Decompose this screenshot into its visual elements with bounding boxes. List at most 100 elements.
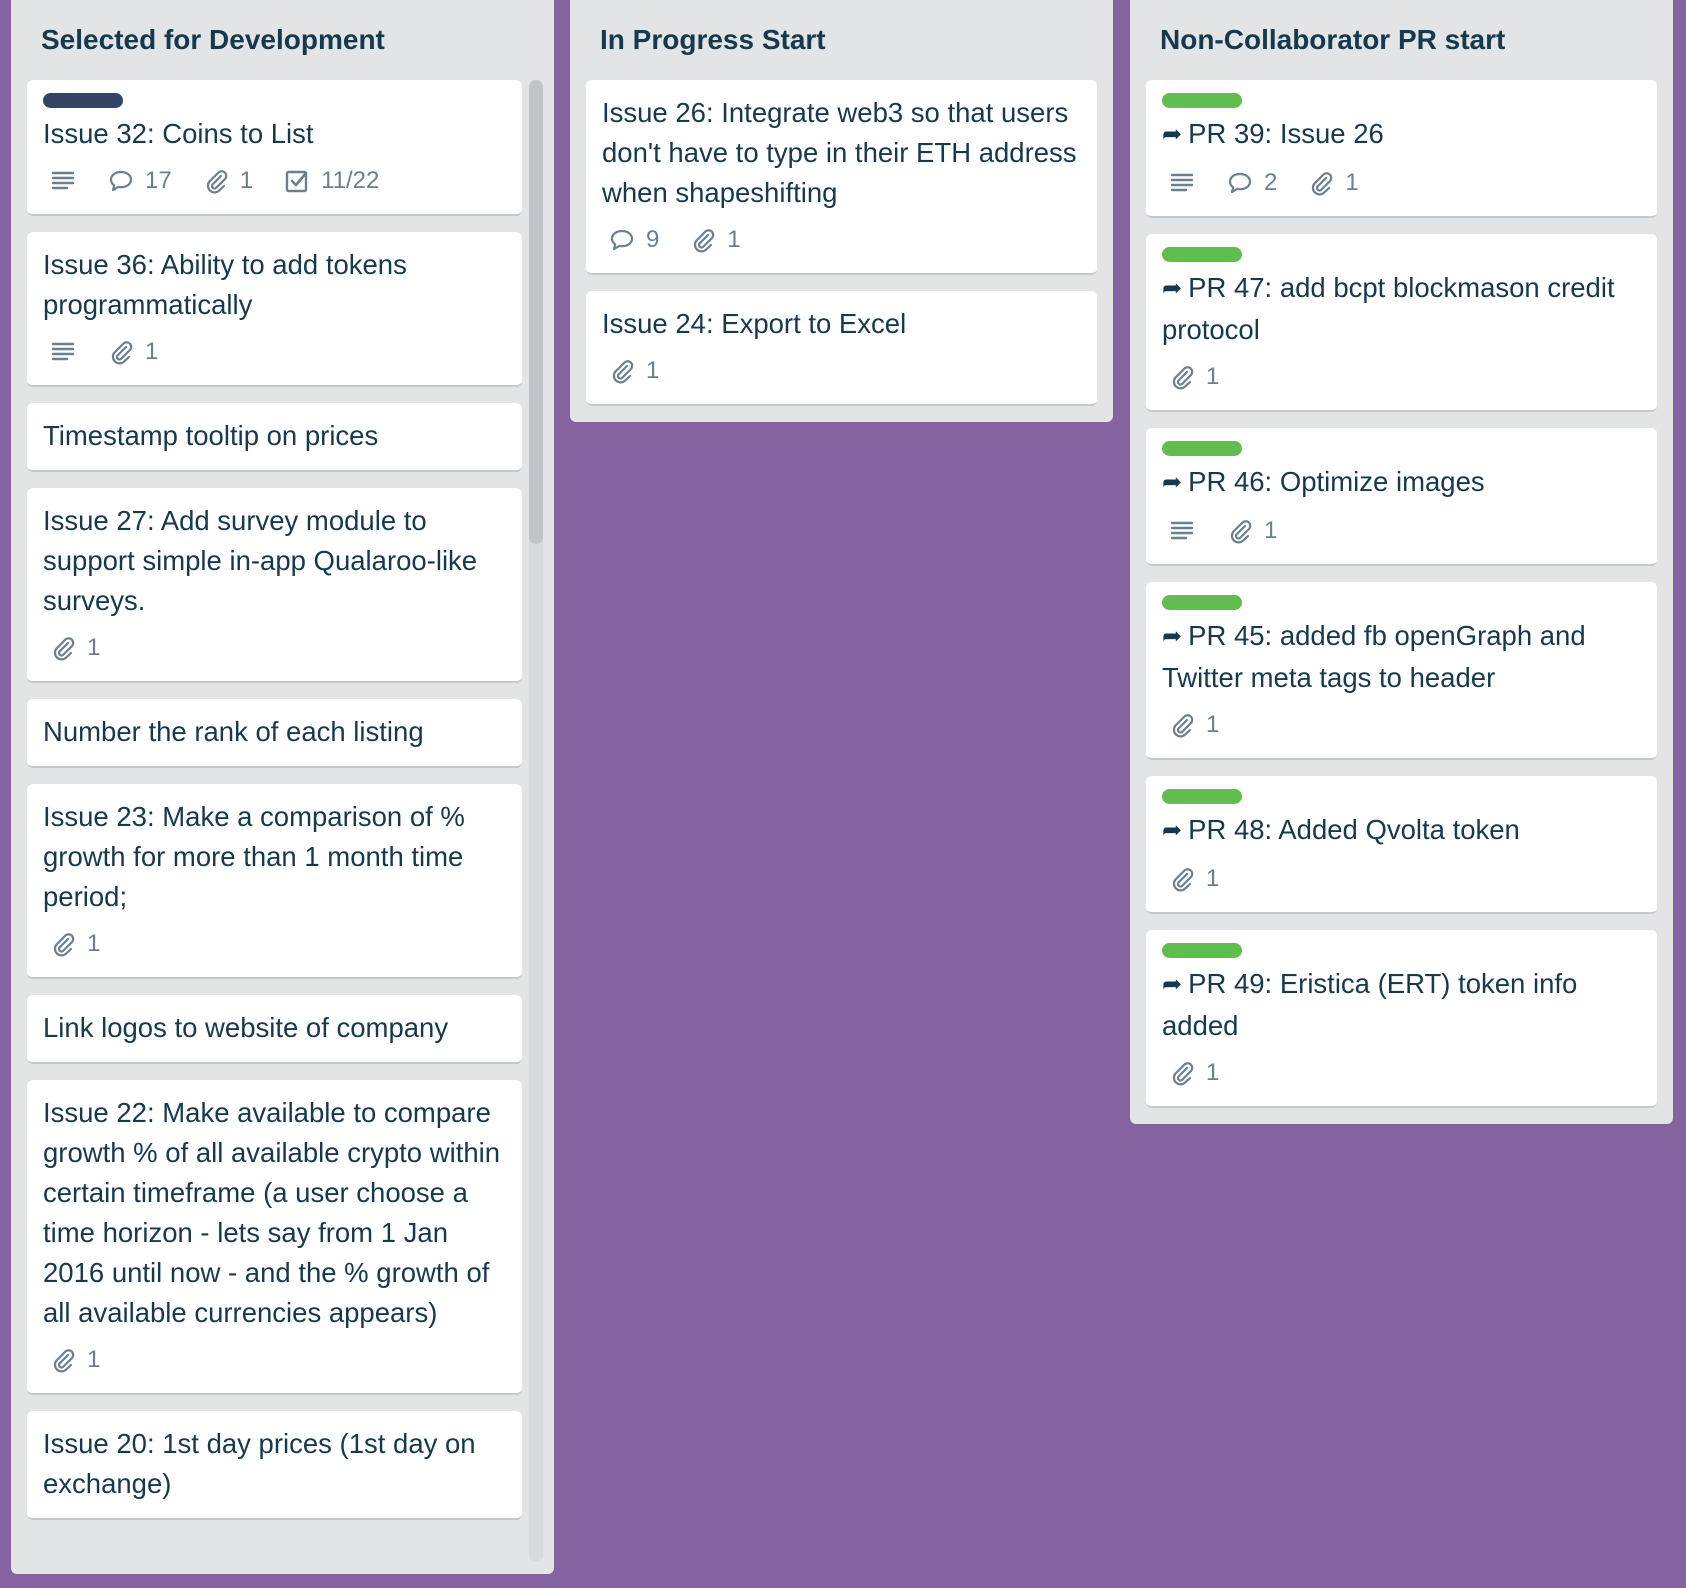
paperclip-icon bbox=[608, 357, 636, 385]
card-label-green[interactable] bbox=[1162, 789, 1242, 804]
card-title: Issue 36: Ability to add tokens programm… bbox=[43, 245, 506, 325]
card-title: Issue 20: 1st day prices (1st day on exc… bbox=[43, 1424, 506, 1504]
attachments-badge: 1 bbox=[1168, 357, 1219, 397]
paperclip-icon bbox=[1168, 363, 1196, 391]
attachments-badge: 1 bbox=[1307, 163, 1359, 203]
card[interactable]: Issue 36: Ability to add tokens programm… bbox=[27, 232, 522, 387]
card[interactable]: ➦ PR 46: Optimize images 1 bbox=[1146, 428, 1657, 566]
comment-icon bbox=[107, 167, 135, 195]
card[interactable]: Issue 27: Add survey module to support s… bbox=[27, 488, 522, 683]
attachments-badge-count: 1 bbox=[87, 634, 101, 661]
card-badges: 1 bbox=[43, 333, 506, 371]
card-title: ➦ PR 49: Eristica (ERT) token info added bbox=[1162, 964, 1641, 1046]
card[interactable]: Issue 20: 1st day prices (1st day on exc… bbox=[27, 1411, 522, 1520]
attachments-badge: 1 bbox=[689, 220, 741, 260]
scrollbar-thumb[interactable] bbox=[529, 80, 543, 544]
description-icon bbox=[49, 338, 77, 366]
card-title: ➦ PR 45: added fb openGraph and Twitter m… bbox=[1162, 616, 1641, 698]
card-badges: 1 bbox=[43, 629, 506, 667]
card-title: ➦ PR 47: add bcpt blockmason credit proto… bbox=[1162, 268, 1641, 350]
card-badges: 1 bbox=[1162, 706, 1641, 744]
comments-badge: 17 bbox=[107, 161, 172, 201]
paperclip-icon bbox=[49, 634, 77, 662]
pull-request-arrow-icon: ➦ bbox=[1162, 817, 1183, 844]
card-container: Issue 32: Coins to List 17 1 11/22 Issue 36:… bbox=[11, 80, 554, 1520]
description-badge bbox=[49, 338, 77, 366]
card-label-green[interactable] bbox=[1162, 943, 1242, 958]
attachments-badge: 1 bbox=[1168, 705, 1219, 745]
description-icon bbox=[49, 167, 77, 195]
comment-icon bbox=[608, 226, 636, 254]
card[interactable]: ➦ PR 47: add bcpt blockmason credit proto… bbox=[1146, 234, 1657, 412]
card-label-green[interactable] bbox=[1162, 247, 1242, 262]
card[interactable]: Issue 22: Make available to compare grow… bbox=[27, 1080, 522, 1395]
card-title: Issue 22: Make available to compare grow… bbox=[43, 1093, 506, 1333]
card[interactable]: Issue 26: Integrate web3 so that users d… bbox=[586, 80, 1097, 275]
card[interactable]: Timestamp tooltip on prices bbox=[27, 403, 522, 472]
card[interactable]: Link logos to website of company bbox=[27, 995, 522, 1064]
card-title: Issue 27: Add survey module to support s… bbox=[43, 501, 506, 621]
paperclip-icon bbox=[1226, 517, 1254, 545]
card-title: ➦ PR 48: Added Qvolta token bbox=[1162, 810, 1641, 852]
pull-request-arrow-icon: ➦ bbox=[1162, 275, 1183, 302]
paperclip-icon bbox=[49, 1346, 77, 1374]
card-title: Issue 24: Export to Excel bbox=[602, 304, 1081, 344]
attachments-badge: 1 bbox=[49, 1340, 100, 1380]
card[interactable]: ➦ PR 49: Eristica (ERT) token info added 1 bbox=[1146, 930, 1657, 1108]
attachments-badge: 1 bbox=[1226, 511, 1277, 551]
pull-request-arrow-icon: ➦ bbox=[1162, 623, 1183, 650]
card-title-text: Issue 26: Integrate web3 so that users d… bbox=[602, 97, 1077, 208]
attachments-badge-count: 1 bbox=[145, 338, 159, 365]
card-badges: 1 bbox=[1162, 1054, 1641, 1092]
card-container: ➦ PR 39: Issue 26 2 1 ➦ PR 47: add bcpt block… bbox=[1130, 80, 1673, 1108]
card-badges: 1 bbox=[602, 352, 1081, 390]
card-title: Link logos to website of company bbox=[43, 1008, 506, 1048]
card-title-text: Issue 23: Make a comparison of % growth … bbox=[43, 801, 465, 912]
card[interactable]: ➦ PR 48: Added Qvolta token 1 bbox=[1146, 776, 1657, 914]
card-badges: 1 bbox=[1162, 512, 1641, 550]
comments-badge: 2 bbox=[1226, 163, 1277, 203]
card-title-text: Issue 24: Export to Excel bbox=[602, 308, 907, 339]
attachments-badge-count: 1 bbox=[1206, 865, 1220, 892]
attachments-badge: 1 bbox=[202, 161, 253, 201]
list-non-collaborator-pr-start: Non-Collaborator PR start ➦ PR 39: Issue … bbox=[1130, 0, 1673, 1124]
board: Selected for Development Issue 32: Coins… bbox=[0, 0, 1686, 1588]
paperclip-icon bbox=[1168, 711, 1196, 739]
comments-badge-count: 17 bbox=[145, 167, 172, 194]
card[interactable]: Issue 23: Make a comparison of % growth … bbox=[27, 784, 522, 979]
list-selected-for-development: Selected for Development Issue 32: Coins… bbox=[11, 0, 554, 1574]
list-scrollbar[interactable] bbox=[529, 80, 543, 1562]
list-title[interactable]: In Progress Start bbox=[570, 0, 1113, 80]
attachments-badge-count: 1 bbox=[727, 226, 741, 253]
list-title[interactable]: Non-Collaborator PR start bbox=[1130, 0, 1673, 80]
card-badges: 1 bbox=[43, 925, 506, 963]
card[interactable]: Issue 32: Coins to List 17 1 11/22 bbox=[27, 80, 522, 216]
card-title: Number the rank of each listing bbox=[43, 712, 506, 752]
description-badge bbox=[1168, 517, 1196, 545]
card[interactable]: ➦ PR 45: added fb openGraph and Twitter m… bbox=[1146, 582, 1657, 760]
card-title-text: Number the rank of each listing bbox=[43, 716, 424, 747]
card-label-green[interactable] bbox=[1162, 595, 1242, 610]
card[interactable]: Number the rank of each listing bbox=[27, 699, 522, 768]
card-title-text: PR 48: Added Qvolta token bbox=[1188, 814, 1520, 845]
attachments-badge: 1 bbox=[107, 332, 158, 372]
checklist-icon bbox=[283, 167, 311, 195]
attachments-badge-count: 1 bbox=[1345, 169, 1359, 196]
attachments-badge: 1 bbox=[49, 628, 100, 668]
description-icon bbox=[1168, 517, 1196, 545]
card-title: Issue 26: Integrate web3 so that users d… bbox=[602, 93, 1081, 213]
paperclip-icon bbox=[107, 338, 135, 366]
card-title: Issue 23: Make a comparison of % growth … bbox=[43, 797, 506, 917]
attachments-badge: 1 bbox=[608, 351, 659, 391]
description-badge bbox=[1168, 169, 1196, 197]
card-label-green[interactable] bbox=[1162, 441, 1242, 456]
card[interactable]: ➦ PR 39: Issue 26 2 1 bbox=[1146, 80, 1657, 218]
card-title-text: PR 39: Issue 26 bbox=[1188, 118, 1384, 149]
card-title-text: Issue 20: 1st day prices (1st day on exc… bbox=[43, 1428, 476, 1499]
card[interactable]: Issue 24: Export to Excel 1 bbox=[586, 291, 1097, 406]
pull-request-arrow-icon: ➦ bbox=[1162, 469, 1183, 496]
card-label-dark[interactable] bbox=[43, 93, 123, 108]
card-badges: 21 bbox=[1162, 164, 1641, 202]
list-title[interactable]: Selected for Development bbox=[11, 0, 554, 80]
card-label-green[interactable] bbox=[1162, 93, 1242, 108]
